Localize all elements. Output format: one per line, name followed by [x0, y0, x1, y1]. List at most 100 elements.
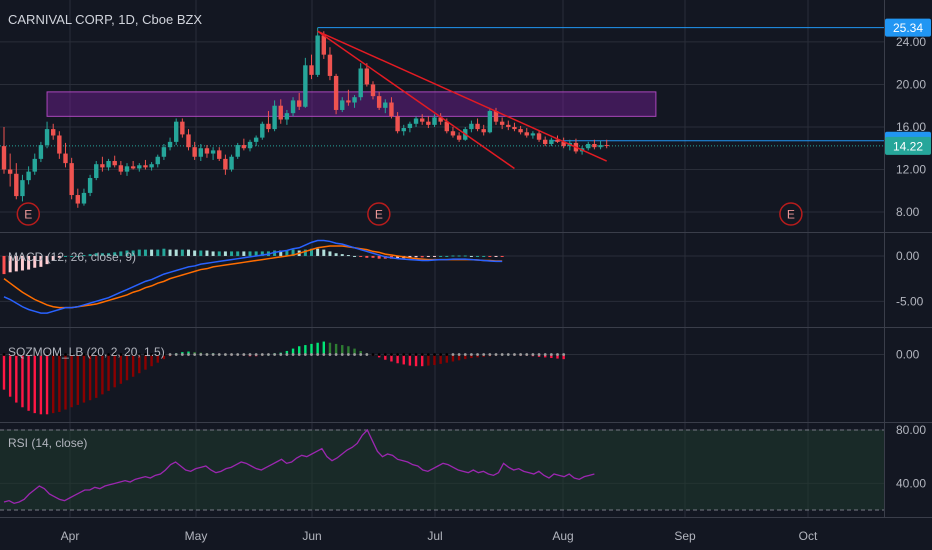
candle-body [87, 178, 93, 193]
squeeze-title: SQZMOM_LB (20, 2, 20, 1.5) [8, 345, 165, 359]
candle-body [278, 105, 283, 120]
momentum-bar [82, 354, 86, 403]
candle-body [586, 143, 591, 149]
macd-histogram-bar [359, 255, 363, 257]
macd-histogram-bar [463, 255, 467, 257]
macd-histogram-bar [187, 249, 190, 256]
candle-body [475, 123, 480, 130]
squeeze-dot [439, 353, 443, 356]
candle-body [290, 100, 296, 114]
candle-body [530, 133, 536, 136]
candle-body [327, 54, 333, 76]
candle-body [14, 173, 19, 197]
candle-body [124, 166, 130, 172]
squeeze-dot [187, 353, 190, 356]
candle-body [235, 145, 240, 157]
trading-chart[interactable]: EEE 24.0020.0016.0012.008.000.00-5.000.0… [0, 0, 932, 550]
momentum-bar [15, 354, 18, 403]
squeeze-dot [445, 353, 449, 356]
rsi-band [0, 430, 884, 510]
squeeze-dot [562, 353, 566, 356]
squeeze-dot [543, 353, 547, 356]
rsi-axis-tick: 40.00 [896, 476, 926, 490]
earnings-marker-label: E [787, 208, 795, 222]
momentum-bar [39, 354, 43, 415]
macd-histogram-bar [346, 255, 350, 257]
candle-body [1, 146, 7, 170]
macd-histogram-bar [150, 249, 154, 256]
candle-body [137, 165, 142, 169]
time-axis-label: Apr [61, 529, 80, 543]
macd-histogram-bar [180, 249, 184, 256]
squeeze-dot [297, 353, 301, 356]
macd-histogram-bar [353, 255, 357, 257]
candle-body [130, 166, 136, 169]
candle-body [303, 65, 308, 107]
macd-histogram-bar [469, 255, 473, 257]
candle-body [69, 163, 74, 196]
squeeze-dot [556, 353, 559, 356]
candle-body [161, 147, 167, 157]
squeeze-dot [549, 353, 553, 356]
candle-body [518, 129, 523, 133]
candle-body [253, 137, 259, 142]
momentum-bar [33, 354, 36, 414]
squeeze-dot [470, 353, 473, 356]
candle-body [395, 116, 400, 132]
squeeze-dot [506, 353, 510, 356]
candle-body [469, 123, 474, 130]
macd-histogram-bar [223, 251, 227, 256]
squeeze-dot [353, 353, 356, 356]
squeeze-dot [457, 353, 461, 356]
squeeze-dot [180, 353, 184, 356]
squeeze-dot [537, 353, 541, 356]
candle-body [543, 139, 548, 144]
time-axis-label: Oct [799, 529, 818, 543]
squeeze-dot [426, 353, 430, 356]
momentum-bar [427, 354, 430, 366]
macd-histogram-bar [340, 254, 344, 256]
squeeze-dot [273, 353, 276, 356]
squeeze-dot [414, 353, 418, 356]
time-axis-label: Sep [674, 529, 696, 543]
momentum-bar [414, 354, 418, 367]
squeeze-dot [267, 353, 270, 356]
candle-body [94, 164, 99, 179]
squeeze-dot [347, 353, 350, 356]
time-axis-label: May [185, 529, 208, 543]
momentum-bar [45, 354, 49, 415]
rsi-panel[interactable] [0, 428, 884, 511]
macd-histogram-bar [199, 250, 203, 256]
squeeze-dot [217, 353, 221, 356]
squeeze-dot [174, 353, 178, 356]
candle-body [604, 145, 609, 147]
resistance-zone[interactable] [46, 91, 657, 117]
macd-histogram-bar [205, 250, 209, 256]
candle-body [143, 165, 148, 168]
squeeze-dot [408, 353, 412, 356]
rsi-title: RSI (14, close) [8, 436, 87, 450]
candle-body [247, 141, 253, 149]
macd-histogram-bar [162, 248, 166, 256]
macd-histogram-bar [451, 255, 455, 257]
candle-body [376, 96, 382, 108]
squeeze-dot [402, 353, 406, 356]
candle-body [370, 84, 376, 97]
momentum-bar [439, 354, 442, 364]
macd-axis-tick: 0.00 [896, 249, 920, 263]
candle-body [198, 148, 203, 157]
candle-body [167, 141, 173, 148]
macd-histogram-bar [193, 250, 197, 256]
candle-body [499, 121, 505, 125]
momentum-bar [76, 354, 79, 405]
macd-histogram-bar [156, 249, 160, 256]
candle-body [297, 100, 302, 107]
candle-body [321, 35, 326, 55]
candle-body [272, 105, 277, 130]
candle-body [186, 134, 191, 148]
squeeze-dot [519, 353, 522, 356]
candle-body [20, 180, 25, 197]
macd-axis-tick: -5.00 [896, 294, 924, 308]
macd-histogram-bar [248, 251, 252, 256]
time-axis-label: Aug [552, 529, 573, 543]
